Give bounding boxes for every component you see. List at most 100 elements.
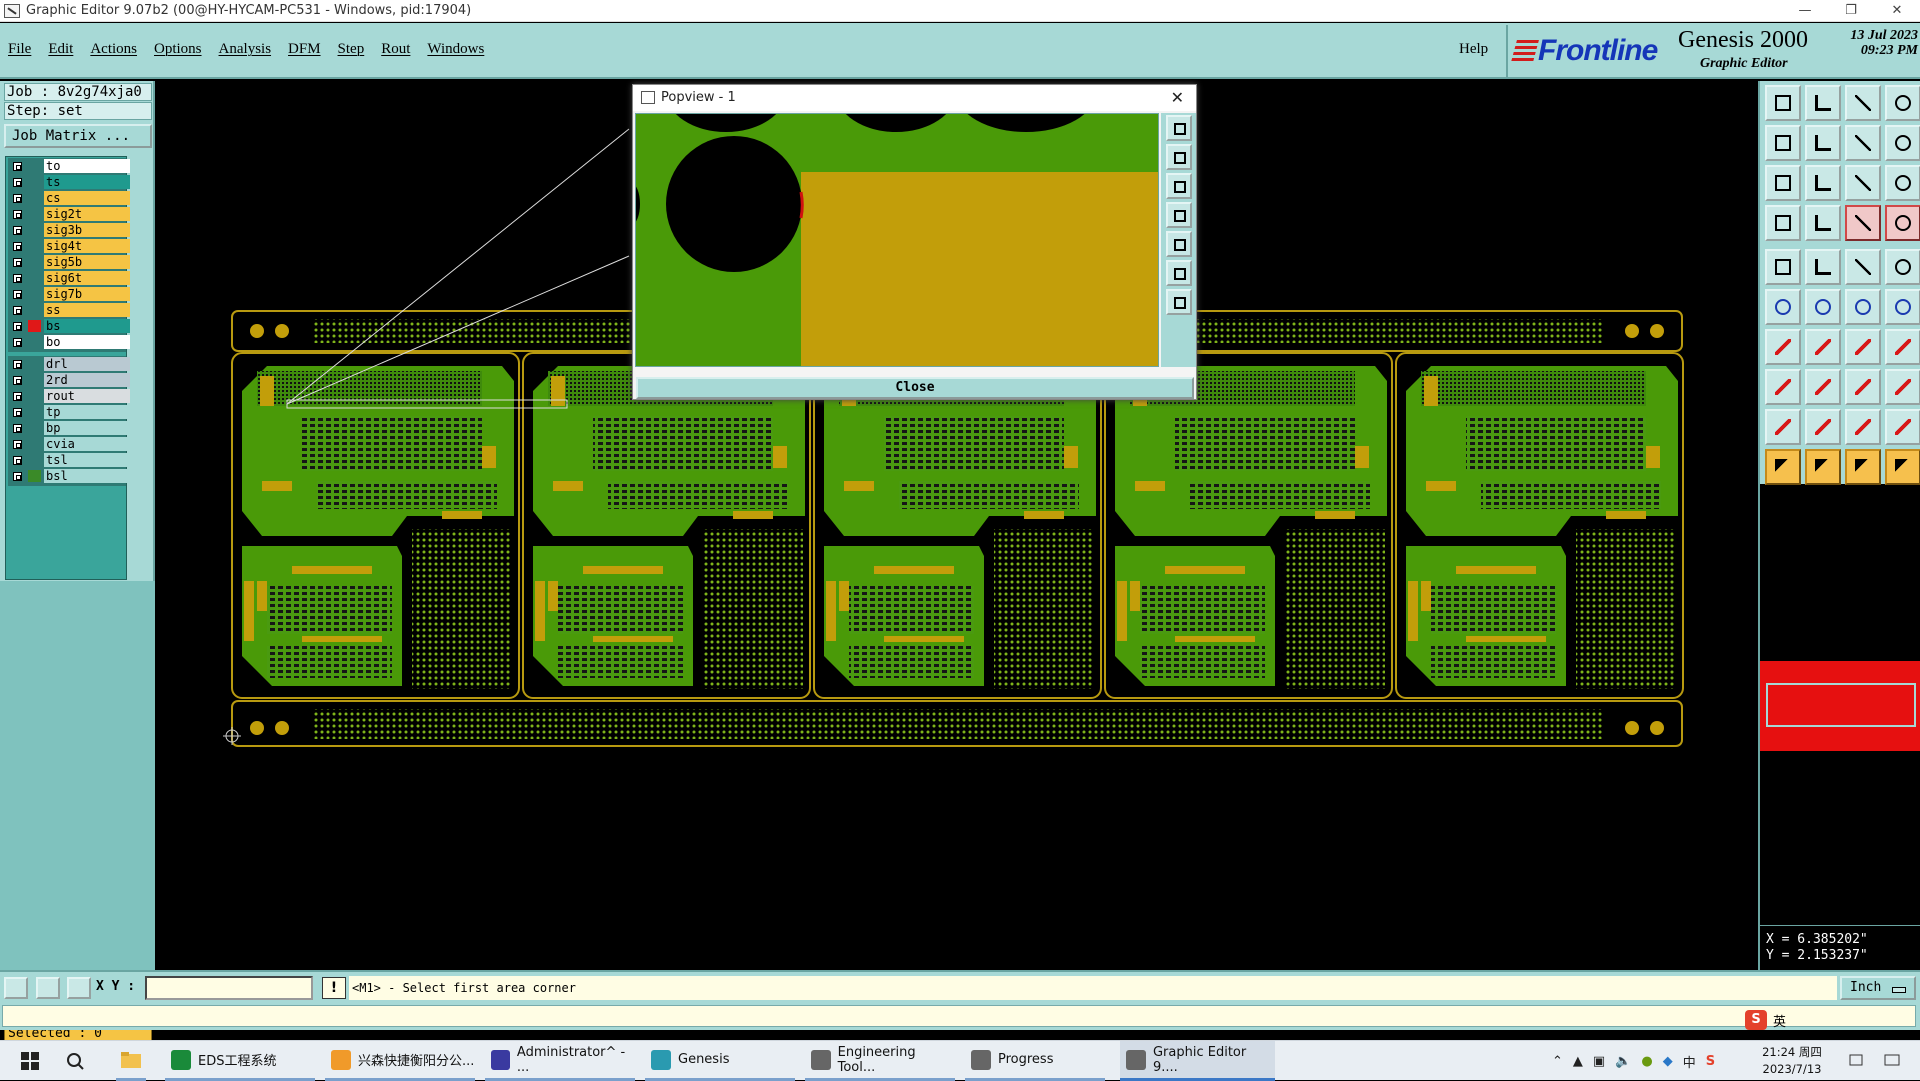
layer-row-sig7b[interactable]: sig7b (8, 286, 130, 302)
query-icon[interactable] (1885, 165, 1920, 201)
layer-row-tsl[interactable]: tsl (8, 452, 130, 468)
menu-dfm[interactable]: DFM (288, 41, 321, 58)
layer-checkbox[interactable] (13, 408, 22, 417)
cross-icon[interactable] (1805, 289, 1841, 325)
popview-tool-right-icon[interactable] (1166, 231, 1192, 257)
layer-color-swatch[interactable] (28, 192, 41, 204)
move-icon[interactable] (1765, 369, 1801, 405)
notification-button[interactable] (1872, 1041, 1912, 1081)
tray-network-icon[interactable]: ▲ (1573, 1054, 1583, 1069)
menu-actions[interactable]: Actions (90, 41, 137, 58)
layer-row-rout[interactable]: rout (8, 388, 130, 404)
layer-color-swatch[interactable] (28, 390, 41, 402)
layer-row-bs[interactable]: bs (8, 318, 130, 334)
popview-zoom-view[interactable] (635, 113, 1159, 367)
fill-icon[interactable] (1805, 249, 1841, 285)
popview-close-icon[interactable]: ✕ (1171, 85, 1184, 111)
layer-color-swatch[interactable] (28, 358, 41, 370)
select-multi-icon[interactable] (1885, 449, 1920, 485)
menu-file[interactable]: File (8, 41, 31, 58)
layer-row-tp[interactable]: tp (8, 404, 130, 420)
split-icon[interactable] (1885, 125, 1920, 161)
search-button[interactable] (60, 1041, 90, 1081)
snap-icon[interactable] (4, 977, 28, 999)
layer-color-swatch[interactable] (28, 438, 41, 450)
xy-input[interactable] (145, 976, 313, 1000)
grid-toggle-icon[interactable] (1805, 205, 1841, 241)
layer-color-swatch[interactable] (28, 304, 41, 316)
measure-icon[interactable] (36, 977, 60, 999)
tray-volume-icon[interactable]: 🔈 (1615, 1054, 1631, 1069)
layer-checkbox[interactable] (13, 376, 22, 385)
layer-checkbox[interactable] (13, 472, 22, 481)
text-icon[interactable] (1845, 409, 1881, 445)
layer-color-swatch[interactable] (28, 240, 41, 252)
taskbar-app-3[interactable]: Genesis (645, 1041, 795, 1081)
layer-color-swatch[interactable] (28, 470, 41, 482)
grid-icon[interactable] (67, 977, 91, 999)
layer-checkbox[interactable] (13, 162, 22, 171)
layer-row-drl[interactable]: drl (8, 356, 130, 372)
layer-checkbox[interactable] (13, 424, 22, 433)
layer-checkbox[interactable] (13, 210, 22, 219)
layer-checkbox[interactable] (13, 242, 22, 251)
unit-selector[interactable]: Inch (1840, 976, 1916, 1000)
show-desktop-button[interactable] (1840, 1041, 1872, 1081)
open-icon[interactable] (1765, 85, 1801, 121)
job-matrix-button[interactable]: Job Matrix ... (4, 124, 152, 148)
layer-up-icon[interactable] (1845, 205, 1881, 241)
delete-icon[interactable] (1805, 369, 1841, 405)
layer-checkbox[interactable] (13, 392, 22, 401)
window-icon[interactable] (1885, 85, 1920, 121)
home-icon[interactable] (1845, 85, 1881, 121)
file-explorer-button[interactable] (116, 1041, 146, 1081)
taskbar-app-6[interactable]: Graphic Editor 9.... (1120, 1041, 1275, 1081)
menu-options[interactable]: Options (154, 41, 202, 58)
prev-step-icon[interactable] (1765, 125, 1801, 161)
ime-lang[interactable]: 英 (1773, 1011, 1786, 1030)
layer-row-sig2t[interactable]: sig2t (8, 206, 130, 222)
layer-checkbox[interactable] (13, 306, 22, 315)
tray-shield-icon[interactable]: ◆ (1663, 1054, 1673, 1069)
taskbar-app-2[interactable]: Administrator^ - ... (485, 1041, 635, 1081)
select-edit-icon[interactable] (1805, 449, 1841, 485)
maximize-button[interactable]: ❐ (1828, 3, 1874, 18)
minimap-view-frame[interactable] (1766, 683, 1916, 727)
curve-icon[interactable] (1845, 329, 1881, 365)
layer-color-swatch[interactable] (28, 422, 41, 434)
layer-checkbox[interactable] (13, 258, 22, 267)
rotate-icon[interactable] (1765, 205, 1801, 241)
layer-color-swatch[interactable] (28, 320, 41, 332)
popview-tool-zoom-out-icon[interactable] (1166, 289, 1192, 315)
connect-icon[interactable] (1765, 289, 1801, 325)
layer-color-swatch[interactable] (28, 208, 41, 220)
layer-down-icon[interactable] (1885, 205, 1920, 241)
fit-icon[interactable] (1765, 165, 1801, 201)
layer-checkbox[interactable] (13, 194, 22, 203)
popview-tool-up-icon[interactable] (1166, 144, 1192, 170)
pad-icon[interactable] (1765, 249, 1801, 285)
popview-tool-zoom-in-icon[interactable] (1166, 260, 1192, 286)
popview-tool-fit-icon[interactable] (1166, 115, 1192, 141)
arc-icon[interactable] (1805, 329, 1841, 365)
next-step-icon[interactable] (1805, 125, 1841, 161)
measure-icon[interactable] (1845, 369, 1881, 405)
menu-analysis[interactable]: Analysis (219, 41, 272, 58)
layer-checkbox[interactable] (13, 274, 22, 283)
tray-display-icon[interactable]: ▣ (1593, 1054, 1605, 1069)
layer-color-swatch[interactable] (28, 256, 41, 268)
layer-checkbox[interactable] (13, 322, 22, 331)
layer-color-swatch[interactable] (28, 272, 41, 284)
layer-color-swatch[interactable] (28, 374, 41, 386)
line-icon[interactable] (1765, 329, 1801, 365)
shape-icon[interactable] (1885, 409, 1920, 445)
node-icon[interactable] (1845, 289, 1881, 325)
layer-row-sig4t[interactable]: sig4t (8, 238, 130, 254)
close-window-button[interactable]: ✕ (1874, 3, 1920, 18)
layer-color-swatch[interactable] (28, 160, 41, 172)
layer-color-swatch[interactable] (28, 288, 41, 300)
layer-color-swatch[interactable] (28, 224, 41, 236)
layer-row-to[interactable]: to (8, 158, 130, 174)
flip-icon[interactable] (1845, 125, 1881, 161)
taskbar-app-1[interactable]: 兴森快捷衡阳分公... (325, 1041, 475, 1081)
